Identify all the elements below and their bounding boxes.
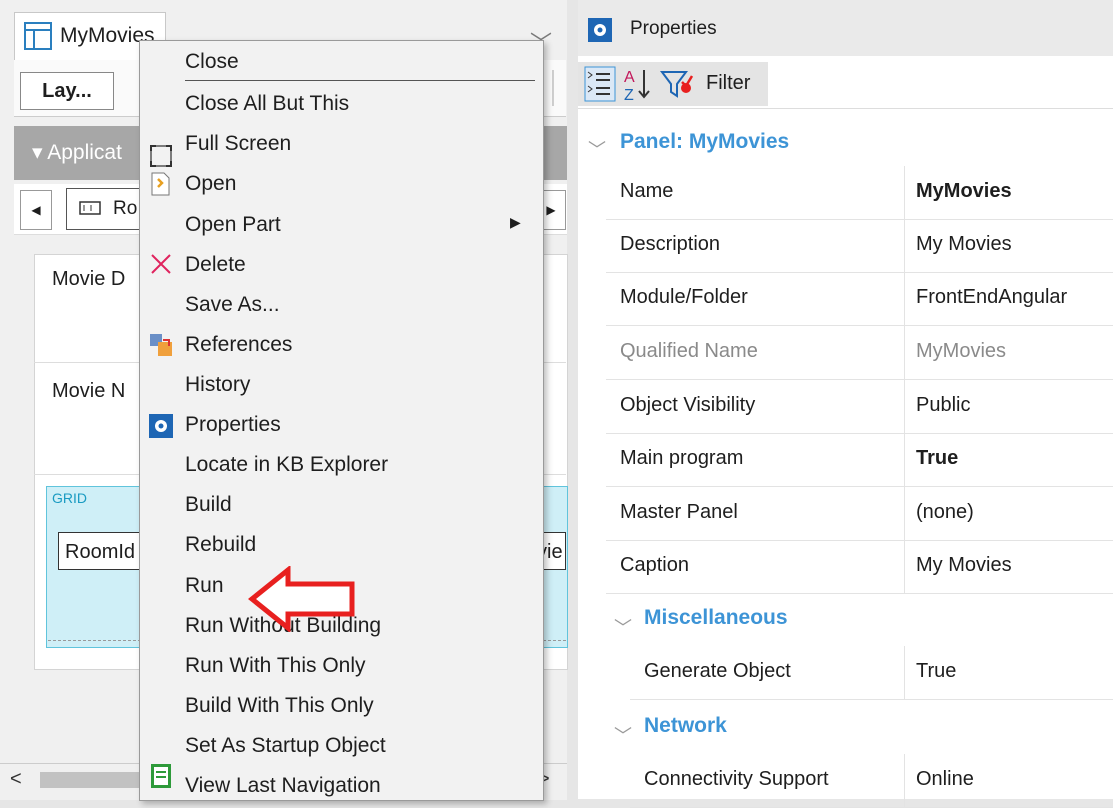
collapse-chevron-icon[interactable]: ﹀ <box>614 722 632 748</box>
field-label-movie-description[interactable]: Movie D <box>52 268 125 291</box>
property-row-module-folder[interactable]: Module/Folder FrontEndAngular <box>606 272 1113 326</box>
open-icon <box>151 172 170 196</box>
menu-item-build-with-this-only[interactable]: Build With This Only <box>185 686 535 726</box>
menu-item-run-without-building[interactable]: Run Without Building <box>185 606 535 646</box>
properties-icon <box>588 18 612 42</box>
grid-label: GRID <box>52 490 87 506</box>
layout-tab-button[interactable]: Lay... <box>20 72 114 110</box>
collapse-chevron-icon[interactable]: ﹀ <box>614 614 632 640</box>
annotation-arrow-icon <box>248 566 355 632</box>
menu-item-open-part[interactable]: Open Part <box>185 205 535 245</box>
scroll-left-icon[interactable]: ◀ <box>20 190 52 230</box>
property-row-description[interactable]: Description My Movies <box>606 219 1113 273</box>
filter-icon[interactable] <box>660 66 694 102</box>
delete-icon <box>151 254 171 274</box>
panel-icon <box>24 22 52 50</box>
property-row-master-panel[interactable]: Master Panel (none) <box>606 487 1113 541</box>
filter-label[interactable]: Filter <box>706 72 750 95</box>
property-row-name[interactable]: Name MyMovies <box>606 166 1113 220</box>
menu-item-rebuild[interactable]: Rebuild <box>185 525 535 565</box>
menu-item-run-with-this-only[interactable]: Run With This Only <box>185 646 535 686</box>
property-row-connectivity-support[interactable]: Connectivity Support Online <box>630 754 1113 808</box>
breadcrumb-item[interactable]: Ro <box>66 188 148 230</box>
menu-item-references[interactable]: References <box>185 325 535 365</box>
menu-item-save-as[interactable]: Save As... <box>185 285 535 325</box>
svg-text:A: A <box>624 69 635 86</box>
menu-item-open[interactable]: Open <box>185 164 535 204</box>
navigation-icon <box>151 764 171 788</box>
scroll-left-arrow-icon[interactable]: < <box>10 768 22 791</box>
menu-item-properties[interactable]: Properties <box>185 405 535 445</box>
fullscreen-icon <box>150 145 172 167</box>
properties-icon <box>149 414 173 438</box>
menu-item-run[interactable]: Run <box>185 566 535 606</box>
menu-item-close-all-but-this[interactable]: Close All But This <box>185 84 535 124</box>
category-panel[interactable]: Panel: MyMovies <box>620 130 789 154</box>
menu-item-set-as-startup-object[interactable]: Set As Startup Object <box>185 726 535 766</box>
collapse-chevron-icon[interactable]: ﹀ <box>588 136 606 162</box>
submenu-arrow-icon: ▶ <box>510 214 521 230</box>
property-row-object-visibility[interactable]: Object Visibility Public <box>606 380 1113 434</box>
application-bar-label: ▾ Applicat <box>32 141 122 164</box>
menu-item-full-screen[interactable]: Full Screen <box>185 124 535 164</box>
breadcrumb-item-label: Ro <box>113 198 138 219</box>
properties-title: Properties <box>630 18 717 39</box>
categorized-view-icon[interactable] <box>584 66 616 102</box>
property-row-qualified-name[interactable]: Qualified Name MyMovies <box>606 326 1113 380</box>
category-network[interactable]: Network <box>644 714 727 738</box>
svg-text:Z: Z <box>624 87 634 102</box>
category-miscellaneous[interactable]: Miscellaneous <box>644 606 788 630</box>
field-label-movie-name[interactable]: Movie N <box>52 380 125 403</box>
alphabetical-sort-icon[interactable]: AZ <box>622 66 652 102</box>
property-row-generate-object[interactable]: Generate Object True <box>630 646 1113 700</box>
references-icon <box>150 334 172 356</box>
menu-item-delete[interactable]: Delete <box>185 245 535 285</box>
menu-item-close[interactable]: Close <box>185 42 535 82</box>
textbox-icon <box>79 201 101 215</box>
toolbar-separator <box>552 70 554 106</box>
property-row-main-program[interactable]: Main program True <box>606 433 1113 487</box>
menu-item-build[interactable]: Build <box>185 485 535 525</box>
menu-item-history[interactable]: History <box>185 365 535 405</box>
property-row-caption[interactable]: Caption My Movies <box>606 540 1113 594</box>
menu-item-locate-in-kb-explorer[interactable]: Locate in KB Explorer <box>185 445 535 485</box>
menu-item-view-last-navigation[interactable]: View Last Navigation <box>185 766 535 806</box>
